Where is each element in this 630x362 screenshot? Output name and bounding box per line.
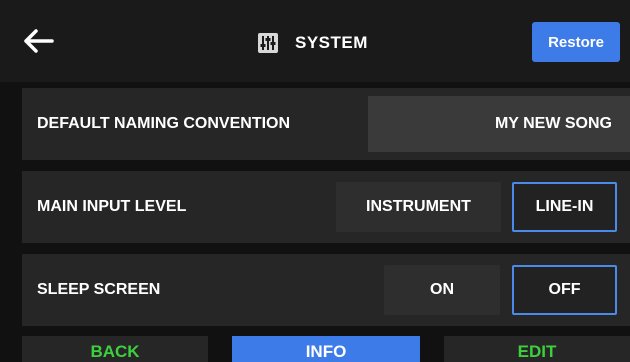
edit-button[interactable]: EDIT — [444, 336, 630, 362]
footer-bar: BACK INFO EDIT — [0, 336, 630, 362]
page-title: SYSTEM — [295, 33, 368, 52]
setting-row-main-input-level: MAIN INPUT LEVEL INSTRUMENT LINE-IN — [22, 171, 630, 243]
setting-row-sleep-screen: SLEEP SCREEN ON OFF — [22, 254, 630, 326]
setting-label: DEFAULT NAMING CONVENTION — [37, 115, 291, 132]
info-button[interactable]: INFO — [232, 336, 420, 362]
option-off-button[interactable]: OFF — [512, 265, 617, 315]
restore-button[interactable]: Restore — [532, 22, 620, 62]
sliders-icon — [257, 32, 279, 54]
back-button[interactable]: BACK — [22, 336, 208, 362]
option-on-button[interactable]: ON — [384, 265, 500, 315]
option-instrument-button[interactable]: INSTRUMENT — [336, 182, 501, 232]
option-line-in-button[interactable]: LINE-IN — [512, 182, 617, 232]
naming-convention-field[interactable]: MY NEW SONG — [368, 96, 630, 152]
header-bar: SYSTEM Restore — [0, 0, 630, 82]
setting-row-naming-convention: DEFAULT NAMING CONVENTION MY NEW SONG — [22, 88, 630, 160]
setting-label: MAIN INPUT LEVEL — [37, 198, 187, 215]
page-title-group: SYSTEM — [257, 28, 368, 58]
setting-label: SLEEP SCREEN — [37, 281, 161, 298]
arrow-left-icon[interactable] — [22, 26, 56, 56]
